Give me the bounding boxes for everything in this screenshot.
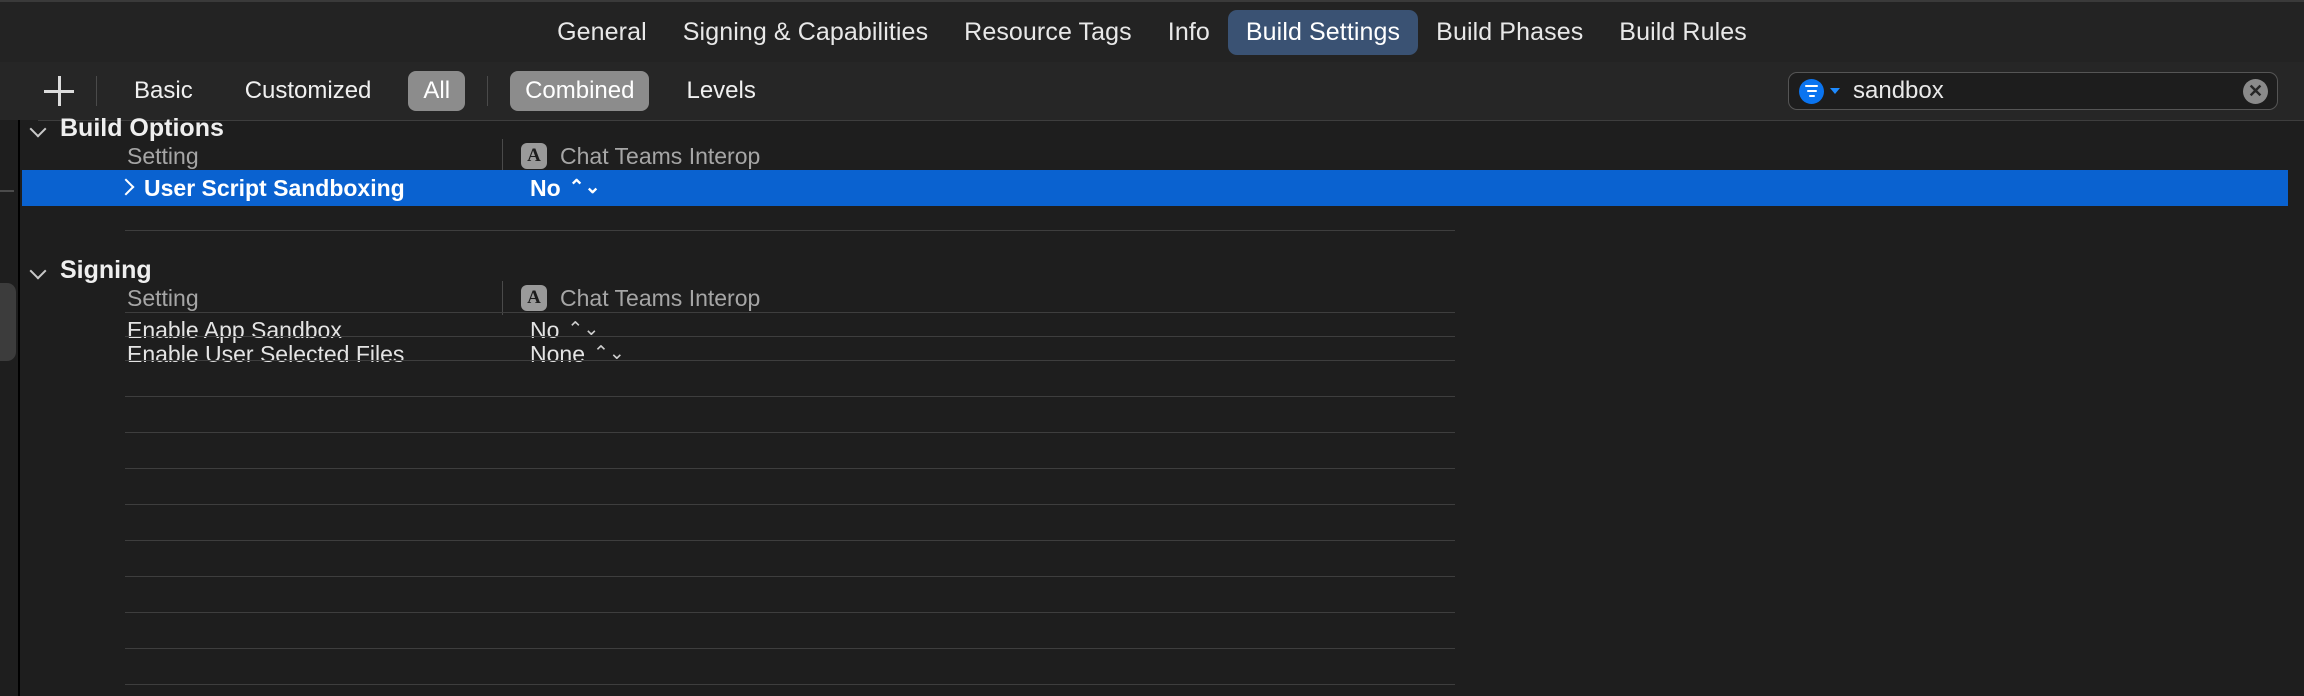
search-input[interactable]: sandbox: [1853, 77, 2243, 105]
chevron-right-icon[interactable]: [119, 180, 133, 194]
search-field[interactable]: sandbox ✕: [1788, 72, 2278, 110]
tab-build-settings[interactable]: Build Settings: [1228, 10, 1418, 55]
segment-levels[interactable]: Levels: [671, 71, 770, 111]
search-container: sandbox ✕: [1788, 72, 2278, 110]
row-divider: [125, 312, 1455, 313]
build-settings-toolbar: Basic Customized All Combined Levels san…: [0, 62, 2304, 120]
column-header-target: A Chat Teams Interop: [502, 281, 760, 315]
row-divider: [125, 468, 1455, 469]
row-divider: [125, 576, 1455, 577]
editor-tab-bar: General Signing & Capabilities Resource …: [0, 0, 2304, 62]
setting-name: Enable User Selected Files: [127, 341, 404, 368]
app-icon: A: [521, 285, 547, 311]
chevron-down-icon[interactable]: [30, 121, 46, 137]
clear-icon[interactable]: ✕: [2243, 79, 2268, 104]
target-name: Chat Teams Interop: [560, 143, 760, 170]
xcode-build-settings-pane: General Signing & Capabilities Resource …: [0, 0, 2304, 696]
row-divider: [125, 396, 1455, 397]
setting-value[interactable]: None ⌃⌄: [530, 341, 625, 368]
tab-general[interactable]: General: [539, 10, 665, 55]
row-divider: [125, 336, 1455, 337]
gutter-marker: [0, 190, 14, 192]
setting-name: User Script Sandboxing: [144, 175, 405, 202]
row-divider: [125, 504, 1455, 505]
row-divider: [125, 360, 1455, 361]
row-divider: [125, 648, 1455, 649]
tab-resource-tags[interactable]: Resource Tags: [946, 10, 1150, 55]
column-header-target: A Chat Teams Interop: [502, 139, 760, 173]
table-row[interactable]: Enable User Selected Files None ⌃⌄: [22, 336, 2304, 372]
segment-customized[interactable]: Customized: [230, 71, 387, 111]
tab-signing-capabilities[interactable]: Signing & Capabilities: [665, 10, 946, 55]
tab-build-rules[interactable]: Build Rules: [1601, 10, 1765, 55]
toolbar-divider-1: [96, 76, 97, 106]
toolbar-divider-2: [487, 76, 488, 106]
column-header-row-build-options: Setting A Chat Teams Interop: [22, 138, 2304, 174]
segment-basic[interactable]: Basic: [119, 71, 208, 111]
column-header-setting: Setting: [127, 285, 199, 312]
column-header-setting: Setting: [127, 143, 199, 170]
tab-info[interactable]: Info: [1150, 10, 1228, 55]
settings-table: Build Options Setting A Chat Teams Inter…: [22, 120, 2304, 696]
chevron-down-icon[interactable]: [30, 263, 46, 279]
segment-all[interactable]: All: [408, 71, 465, 111]
row-divider: [125, 684, 1455, 685]
row-divider: [125, 230, 1455, 231]
gutter-drag-handle[interactable]: [0, 283, 16, 361]
table-row[interactable]: User Script Sandboxing No ⌃⌄: [22, 170, 2288, 206]
setting-value-text: No: [530, 175, 561, 202]
filter-icon[interactable]: [1799, 79, 1824, 104]
segment-combined[interactable]: Combined: [510, 71, 649, 111]
setting-value[interactable]: No ⌃⌄: [530, 175, 601, 202]
stepper-icon[interactable]: ⌃⌄: [569, 178, 601, 197]
tab-build-phases[interactable]: Build Phases: [1418, 10, 1601, 55]
setting-value-text: None: [530, 341, 585, 368]
app-icon: A: [521, 143, 547, 169]
add-setting-button[interactable]: [44, 76, 74, 106]
target-name: Chat Teams Interop: [560, 285, 760, 312]
left-gutter: [0, 120, 20, 696]
chevron-down-icon[interactable]: [1830, 88, 1840, 94]
row-divider: [125, 540, 1455, 541]
table-top-rule: [38, 120, 2304, 121]
row-divider: [125, 612, 1455, 613]
column-header-row-signing: Setting A Chat Teams Interop: [22, 280, 2304, 316]
row-divider: [125, 432, 1455, 433]
